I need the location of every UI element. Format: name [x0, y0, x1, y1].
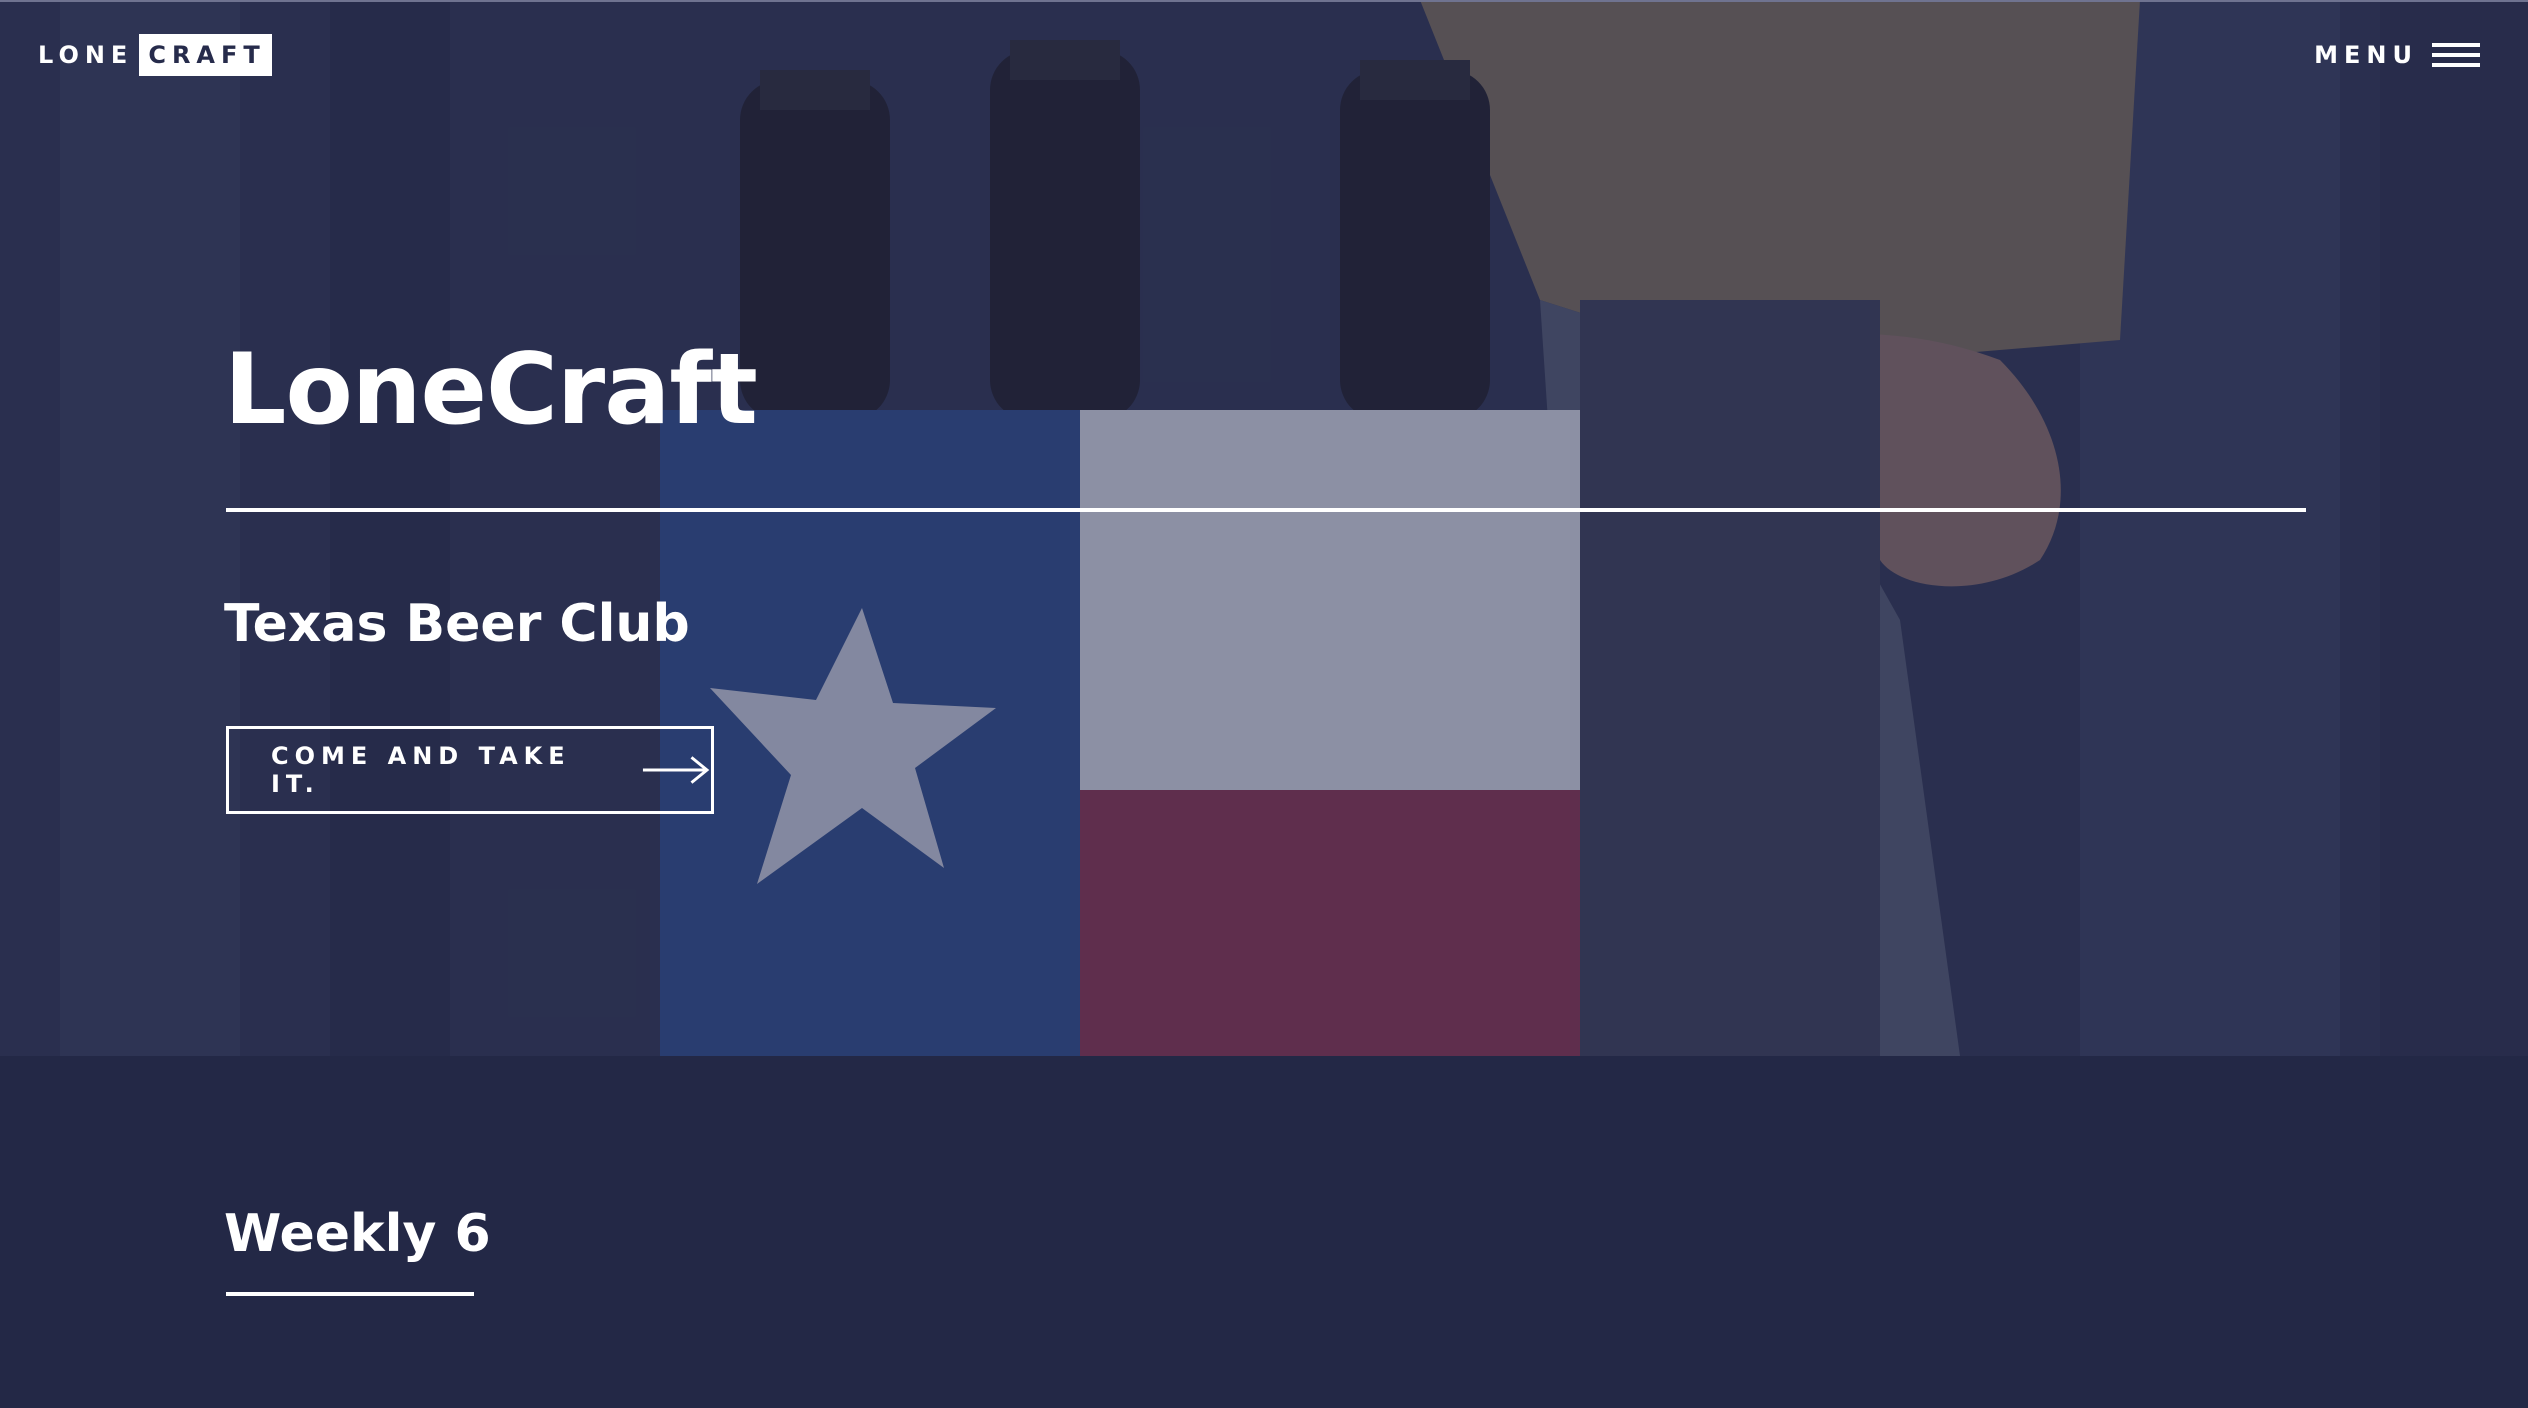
hero-section: LONE CRAFT MENU LoneCraft Texas Beer Clu…: [0, 0, 2528, 1056]
section-title-underline: [226, 1292, 474, 1296]
cta-label: COME AND TAKE IT.: [271, 742, 571, 798]
hero-overlay: [0, 0, 2528, 1056]
menu-button[interactable]: MENU: [2314, 36, 2480, 74]
section-title: Weekly 6: [224, 1204, 491, 1264]
logo-text-lone: LONE: [38, 41, 134, 69]
page-title: LoneCraft: [224, 333, 758, 447]
logo-text-craft: CRAFT: [139, 34, 272, 76]
arrow-right-icon: [643, 756, 710, 784]
page: LONE CRAFT MENU LoneCraft Texas Beer Clu…: [0, 0, 2528, 1408]
top-border: [0, 0, 2528, 2]
menu-label: MENU: [2314, 41, 2418, 69]
cta-button[interactable]: COME AND TAKE IT.: [226, 726, 714, 814]
weekly-section: Weekly 6: [0, 1056, 2528, 1408]
hamburger-icon: [2432, 43, 2480, 67]
site-logo[interactable]: LONE CRAFT: [38, 34, 272, 76]
hero-subtitle: Texas Beer Club: [224, 594, 690, 654]
title-divider: [226, 508, 2306, 512]
